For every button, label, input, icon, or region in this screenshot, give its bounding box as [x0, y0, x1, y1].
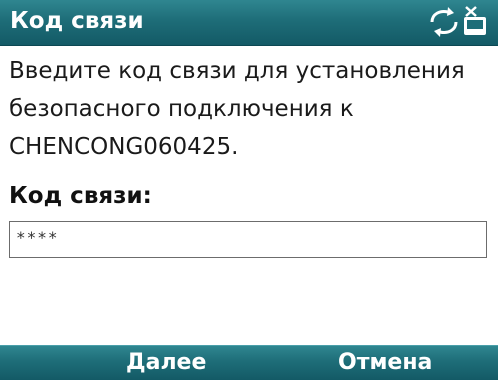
bluetooth-connection-icon[interactable] — [426, 5, 490, 39]
title-bar: Код связи — [0, 0, 498, 46]
instruction-message: Введите код связи для установления безоп… — [9, 52, 479, 166]
cancel-softkey[interactable]: Отмена — [338, 348, 432, 378]
softkey-bar: Далее Отмена — [0, 345, 498, 380]
page-title: Код связи — [10, 8, 144, 34]
passcode-label: Код связи: — [9, 183, 152, 209]
screen: Код связи Введите код связи для установл… — [0, 0, 498, 380]
next-softkey[interactable]: Далее — [126, 348, 206, 378]
message-line: CHENCONG060425. — [9, 134, 239, 160]
message-line: безопасного подключения к — [9, 96, 354, 122]
passcode-input[interactable]: **** — [9, 221, 487, 258]
message-line: Введите код связи для установления — [9, 58, 465, 84]
